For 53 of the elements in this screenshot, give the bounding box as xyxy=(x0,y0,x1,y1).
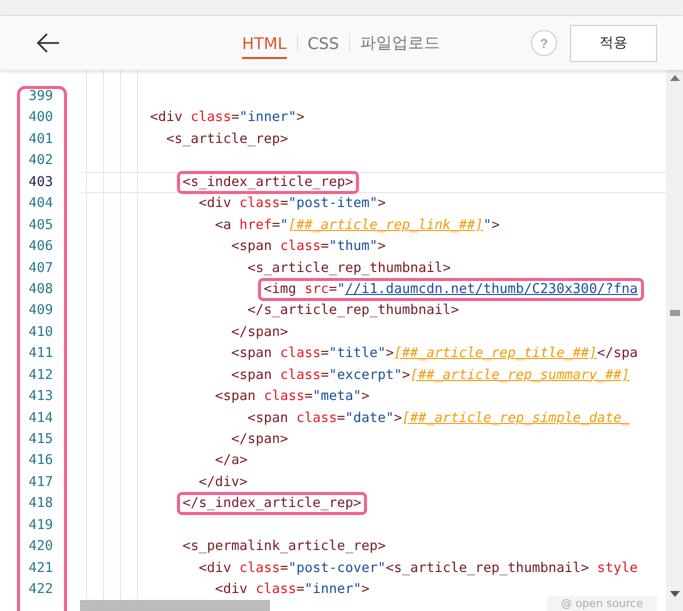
code-line: </div> xyxy=(198,474,248,491)
line-number: 419 xyxy=(28,516,54,535)
line-number: 416 xyxy=(28,451,54,470)
code-line: <a href="[##_article_rep_link_##]"> xyxy=(215,216,500,234)
code-line: <div class="post-item"> xyxy=(198,195,386,212)
line-number: 414 xyxy=(28,408,54,428)
line-number: 408 xyxy=(28,280,54,299)
line-number: 407 xyxy=(28,258,54,278)
editor-tab[interactable]: HTML xyxy=(242,28,287,58)
editor-tab[interactable]: 파일업로드 xyxy=(360,26,440,60)
line-number: 411 xyxy=(28,344,54,364)
line-number: 405 xyxy=(28,216,54,235)
scroll-thumb[interactable] xyxy=(670,310,680,316)
line-number: 402 xyxy=(28,151,54,170)
line-number: 422 xyxy=(28,580,54,600)
line-number: 410 xyxy=(28,322,54,342)
code-line: </span> xyxy=(231,431,288,448)
line-number: 400 xyxy=(28,108,54,128)
scroll-up-icon[interactable] xyxy=(670,75,680,81)
code-line: <div class="post-cover"<s_article_rep_thumbnail> style xyxy=(198,560,638,577)
code-line: <s_article_rep> xyxy=(166,130,288,148)
editor-tab[interactable]: CSS xyxy=(308,28,339,58)
line-number: 420 xyxy=(28,537,54,556)
line-number: 409 xyxy=(28,301,54,320)
code-line: <div class="inner"> xyxy=(150,109,304,126)
code-line: </s_article_rep_thumbnail> xyxy=(248,302,459,320)
vertical-scrollbar[interactable] xyxy=(666,70,683,611)
apply-button[interactable]: 적용 xyxy=(570,24,657,62)
code-line: <span class="meta"> xyxy=(215,388,370,406)
code-line: <s_article_rep_thumbnail> xyxy=(248,260,451,276)
line-number: 417 xyxy=(28,472,54,492)
code-line: <span class="thum"> xyxy=(231,238,386,256)
code-line: <span class="title">[##_article_rep_title_##]</spa xyxy=(231,345,638,362)
code-line: <span class="excerpt">[##_article_rep_summary_##] xyxy=(231,366,630,384)
horizontal-scrollbar[interactable] xyxy=(80,600,270,611)
code-line: </span> xyxy=(231,324,288,341)
line-number: 406 xyxy=(28,237,54,256)
code-line: </a> xyxy=(215,452,248,470)
scroll-down-icon[interactable] xyxy=(670,591,680,597)
line-number: 413 xyxy=(28,387,54,406)
line-number: 418 xyxy=(28,494,54,514)
help-button[interactable]: ? xyxy=(531,30,557,56)
line-number: 421 xyxy=(28,558,54,578)
line-number: 412 xyxy=(28,366,54,385)
line-number: 401 xyxy=(28,130,54,149)
line-number: 403 xyxy=(28,172,54,192)
line-number: 399 xyxy=(28,87,54,106)
back-arrow-icon[interactable] xyxy=(35,32,61,54)
line-number: 404 xyxy=(28,194,54,214)
line-number: 415 xyxy=(28,430,54,449)
code-line: <div class="inner"> xyxy=(215,581,370,598)
code-line: <span class="date">[##_article_rep_simple_date_ xyxy=(248,410,630,427)
code-line: <s_permalink_article_rep> xyxy=(182,538,386,556)
